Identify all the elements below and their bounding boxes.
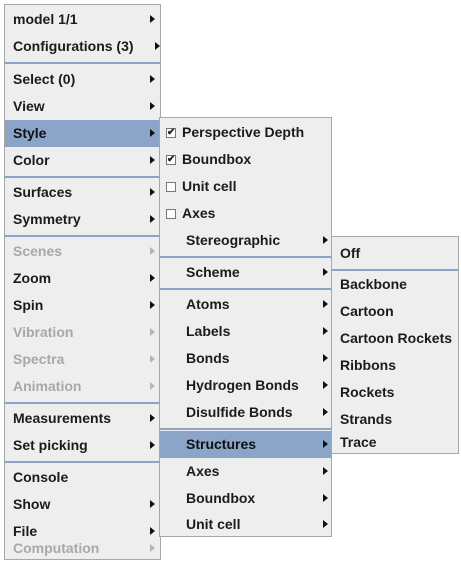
menu-item-label: Cartoon Rockets [340, 330, 453, 346]
menu-item-label: Structures [186, 436, 257, 452]
style-submenu: Perspective Depth Boundbox Unit cell Axe… [159, 117, 332, 537]
menu-item-label: Zoom [13, 270, 52, 286]
structures-item-ribbons[interactable]: Ribbons [332, 352, 458, 379]
menu-item-label: Disulfide Bonds [186, 404, 293, 420]
style-item-unit-cell[interactable]: Unit cell [160, 511, 331, 538]
menu-item-label: Unit cell [186, 516, 241, 532]
style-item-hydrogen-bonds[interactable]: Hydrogen Bonds [160, 372, 331, 399]
style-item-structures[interactable]: Structures [160, 431, 331, 458]
menu-item-label: Vibration [13, 324, 74, 340]
style-item-scheme[interactable]: Scheme [160, 259, 331, 286]
menu-item-label: Ribbons [340, 357, 396, 373]
style-item-unit-cell-toggle[interactable]: Unit cell [160, 173, 331, 200]
menu-item-label: Color [13, 152, 50, 168]
menu-item-view[interactable]: View [5, 93, 160, 120]
menu-separator [5, 235, 160, 237]
menu-item-symmetry[interactable]: Symmetry [5, 206, 160, 233]
menu-separator [160, 288, 331, 290]
menu-item-label: Measurements [13, 410, 112, 426]
menu-item-label: Axes [182, 205, 216, 221]
menu-item-label: Animation [13, 378, 82, 394]
menu-item-measurements[interactable]: Measurements [5, 405, 160, 432]
menu-item-label: Perspective Depth [182, 124, 305, 140]
menu-item-label: View [13, 98, 45, 114]
style-item-boundbox[interactable]: Boundbox [160, 485, 331, 512]
checkbox-checked-icon[interactable] [166, 128, 176, 138]
menu-item-label: Set picking [13, 437, 88, 453]
menu-item-zoom[interactable]: Zoom [5, 265, 160, 292]
menu-item-configurations[interactable]: Configurations (3) [5, 33, 160, 60]
main-context-menu: model 1/1 Configurations (3) Select (0) … [4, 4, 161, 560]
menu-item-label: Strands [340, 411, 393, 427]
menu-separator [5, 461, 160, 463]
menu-item-label: Trace [340, 434, 377, 450]
menu-item-label: Atoms [186, 296, 230, 312]
menu-item-computation: Computation [5, 535, 160, 562]
structures-item-backbone[interactable]: Backbone [332, 271, 458, 298]
menu-separator [160, 428, 331, 430]
menu-item-label: Show [13, 496, 51, 512]
menu-item-scenes: Scenes [5, 238, 160, 265]
checkbox-unchecked-icon[interactable] [166, 209, 176, 219]
style-item-perspective-depth[interactable]: Perspective Depth [160, 119, 331, 146]
structures-item-trace[interactable]: Trace [332, 429, 458, 456]
menu-item-animation: Animation [5, 373, 160, 400]
checkbox-checked-icon[interactable] [166, 155, 176, 165]
structures-submenu: Off Backbone Cartoon Cartoon Rockets Rib… [331, 236, 459, 454]
menu-separator [160, 256, 331, 258]
menu-item-show[interactable]: Show [5, 491, 160, 518]
menu-item-label: Symmetry [13, 211, 81, 227]
menu-item-label: Off [340, 245, 361, 261]
menu-item-label: Cartoon [340, 303, 394, 319]
menu-separator [5, 176, 160, 178]
menu-item-label: Backbone [340, 276, 407, 292]
menu-item-style[interactable]: Style [5, 120, 160, 147]
structures-item-off[interactable]: Off [332, 240, 458, 267]
style-item-stereographic[interactable]: Stereographic [160, 227, 331, 254]
menu-item-vibration: Vibration [5, 319, 160, 346]
structures-item-cartoon[interactable]: Cartoon [332, 298, 458, 325]
menu-item-label: Boundbox [186, 490, 256, 506]
menu-separator [5, 402, 160, 404]
menu-item-label: Boundbox [182, 151, 252, 167]
menu-item-label: Stereographic [186, 232, 281, 248]
style-item-boundbox-toggle[interactable]: Boundbox [160, 146, 331, 173]
menu-item-console[interactable]: Console [5, 464, 160, 491]
menu-item-label: Spin [13, 297, 44, 313]
menu-item-label: Spectra [13, 351, 65, 367]
menu-item-surfaces[interactable]: Surfaces [5, 179, 160, 206]
menu-item-color[interactable]: Color [5, 147, 160, 174]
style-item-labels[interactable]: Labels [160, 318, 331, 345]
menu-item-select[interactable]: Select (0) [5, 66, 160, 93]
menu-item-spectra: Spectra [5, 346, 160, 373]
menu-item-label: model 1/1 [13, 11, 78, 27]
menu-item-set-picking[interactable]: Set picking [5, 432, 160, 459]
menu-item-label: Rockets [340, 384, 395, 400]
menu-item-label: Bonds [186, 350, 230, 366]
menu-item-label: Select (0) [13, 71, 76, 87]
style-item-atoms[interactable]: Atoms [160, 291, 331, 318]
menu-item-label: Surfaces [13, 184, 73, 200]
menu-item-label: Configurations (3) [13, 38, 134, 54]
menu-item-label: Scenes [13, 243, 63, 259]
menu-item-spin[interactable]: Spin [5, 292, 160, 319]
menu-item-label: Console [13, 469, 69, 485]
menu-item-label: Labels [186, 323, 231, 339]
menu-item-model[interactable]: model 1/1 [5, 6, 160, 33]
menu-item-label: Scheme [186, 264, 240, 280]
style-item-axes-toggle[interactable]: Axes [160, 200, 331, 227]
menu-item-label: Axes [186, 463, 220, 479]
checkbox-unchecked-icon[interactable] [166, 182, 176, 192]
menu-separator [5, 62, 160, 64]
menu-item-label: Unit cell [182, 178, 237, 194]
menu-item-label: Computation [13, 540, 100, 556]
style-item-axes[interactable]: Axes [160, 458, 331, 485]
menu-item-label: Style [13, 125, 47, 141]
menu-item-label: Hydrogen Bonds [186, 377, 299, 393]
structures-item-rockets[interactable]: Rockets [332, 379, 458, 406]
style-item-disulfide-bonds[interactable]: Disulfide Bonds [160, 399, 331, 426]
style-item-bonds[interactable]: Bonds [160, 345, 331, 372]
structures-item-cartoon-rockets[interactable]: Cartoon Rockets [332, 325, 458, 352]
